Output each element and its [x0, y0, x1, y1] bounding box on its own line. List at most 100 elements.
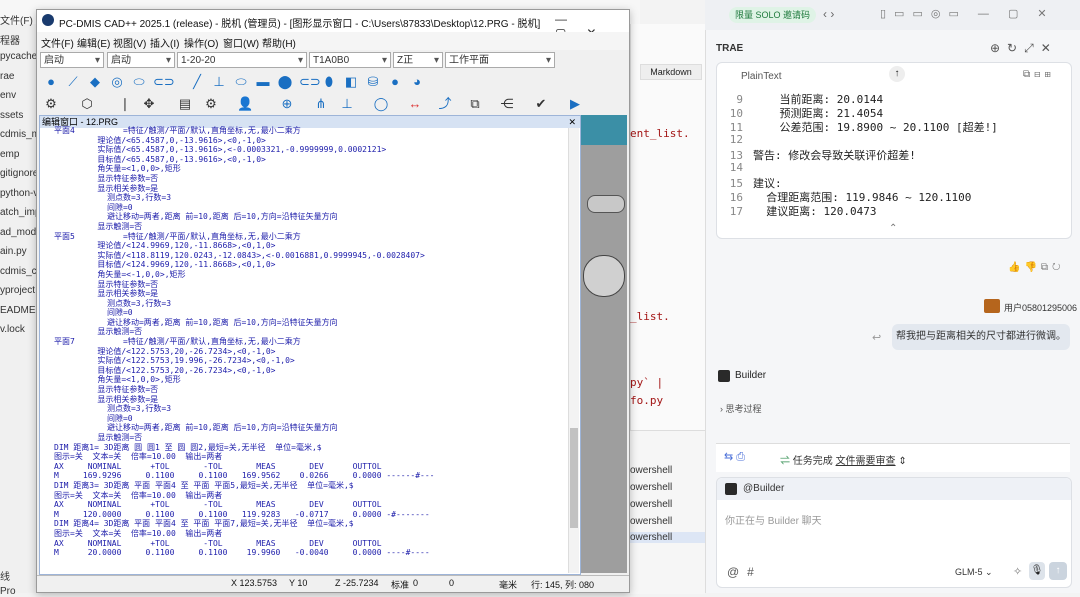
settings-icon[interactable]: ⚙ [203, 96, 219, 112]
cube-icon[interactable]: ⬡ [79, 96, 95, 112]
ellipse-icon[interactable]: ⬭ [131, 74, 147, 90]
explorer-item[interactable]: ssets [0, 110, 40, 121]
terminal-item[interactable]: owershell [630, 465, 672, 476]
mic-icon[interactable]: 🎙 [1029, 562, 1045, 580]
round-slot-icon[interactable]: ⬮ [321, 74, 337, 90]
expand-icon[interactable]: ⌃ [889, 223, 897, 234]
explorer-item[interactable]: pycache [0, 51, 40, 62]
alignment-combo[interactable]: 启动 [107, 52, 175, 69]
explorer-item[interactable]: emp [0, 149, 40, 160]
terminal-item[interactable]: owershell [630, 516, 672, 527]
probe-icon[interactable]: ⚙ [43, 96, 59, 112]
model-surface [581, 115, 627, 145]
scrollbar[interactable] [568, 128, 579, 573]
explorer-item[interactable]: rae [0, 71, 40, 82]
move-icon[interactable]: ✥ [141, 96, 157, 112]
play-icon[interactable]: ▶ [567, 96, 583, 112]
model-select[interactable]: GLM-5 ⌄ [955, 567, 993, 578]
trae-actions-icon[interactable]: ⊕↻⤢✕ [990, 41, 1058, 56]
scroll-up-icon[interactable]: ↑ [889, 66, 905, 82]
ellipse2-icon[interactable]: ⬭ [233, 74, 249, 90]
sparkle-icon[interactable]: ✧ [1013, 565, 1022, 578]
sphere-icon[interactable]: ● [387, 74, 403, 90]
ring-icon[interactable]: ◯ [373, 96, 389, 112]
line-icon[interactable]: ⟋ [65, 74, 81, 90]
chart-icon[interactable]: ⤴ [437, 96, 453, 112]
plane2-icon[interactable]: ◧ [343, 74, 359, 90]
flow-icon[interactable]: ⋲ [499, 96, 515, 112]
menu-edit[interactable]: 编辑(E) [77, 35, 110, 50]
explorer-item[interactable]: v.lock [0, 324, 40, 335]
explorer-item[interactable]: EADME.m [0, 305, 40, 316]
scrollbar-thumb[interactable] [570, 428, 578, 528]
align-icon[interactable]: ⊥ [339, 96, 355, 112]
menu-insert[interactable]: 插入(I) [150, 35, 179, 50]
view-combo[interactable]: Z正 [393, 52, 443, 69]
target-icon[interactable]: ⊕ [279, 96, 295, 112]
markdown-tab[interactable]: Markdown [640, 64, 702, 80]
graphics-display[interactable] [581, 115, 627, 573]
mention-icon[interactable]: @# [727, 565, 762, 579]
undo-icon[interactable]: ↩ [872, 331, 881, 344]
explorer-item[interactable]: Pro [0, 586, 40, 597]
bar-icon[interactable]: ❘ [117, 96, 133, 112]
startup-combo[interactable]: 启动 [40, 52, 104, 69]
slot2-icon[interactable]: ⊂⊃ [299, 74, 321, 90]
menu-file[interactable]: 文件(F) [41, 35, 74, 50]
vector-icon[interactable]: ⊥ [211, 74, 227, 90]
menu-help[interactable]: 帮助(H) [262, 35, 296, 50]
terminal-item[interactable]: owershell [630, 499, 672, 510]
explorer-item[interactable]: env [0, 90, 40, 101]
line2-icon[interactable]: ╱ [189, 74, 205, 90]
explorer-item[interactable]: python-v [0, 188, 40, 199]
copy-icon[interactable]: ⧉⊟⊞ [1023, 69, 1055, 80]
explorer-item[interactable]: ain.py [0, 246, 40, 257]
terminal-item[interactable]: owershell [630, 532, 705, 543]
back-icon[interactable]: ‹ › [823, 7, 834, 21]
explorer-item[interactable]: atch_imp [0, 207, 40, 218]
builder-icon [725, 483, 737, 495]
explorer-item[interactable]: 程器 [0, 32, 40, 47]
workplane-combo[interactable]: 工作平面 [445, 52, 555, 69]
explorer-item[interactable]: yproject [0, 285, 40, 296]
explorer-item[interactable]: ad_mode [0, 227, 40, 238]
task-status[interactable]: ⇌ 任务完成 文件需要审查 ⇕ [780, 452, 907, 467]
copy-icon[interactable]: ⧉ [467, 96, 483, 112]
menu-window[interactable]: 窗口(W) [223, 35, 259, 50]
branch-icon[interactable]: ⋔ [313, 96, 329, 112]
check-icon[interactable]: ✔ [533, 96, 549, 112]
send-icon[interactable]: ↑ [1049, 562, 1067, 580]
terminal-item[interactable]: owershell [630, 482, 672, 493]
thinking-toggle[interactable]: › 思考过程 [720, 402, 762, 415]
cone-icon[interactable]: ◕ [409, 74, 425, 90]
code-line: 间隙=0 [54, 202, 133, 212]
close-icon[interactable]: ✕ [568, 116, 576, 128]
probe-combo[interactable]: 1-20-20 [177, 52, 307, 69]
cylinder-icon[interactable]: ⛁ [365, 74, 381, 90]
program-code[interactable]: 平面4 =特征/触测/平面/默认,直角坐标,无,最小二乘方 理论值/<65.45… [54, 126, 564, 566]
square-icon[interactable]: ▬ [255, 74, 271, 90]
solo-badge[interactable]: 限量 SOLO 邀请码 [729, 7, 817, 23]
plane-icon[interactable]: ◆ [87, 74, 103, 90]
window-controls-icon[interactable]: ▯▭▭◎▭ — ▢ ✕ [880, 7, 1055, 20]
explorer-item[interactable]: cdmis_co [0, 266, 40, 277]
comment-icon[interactable]: ▤ [177, 96, 193, 112]
user-icon[interactable]: 👤 [237, 96, 253, 112]
chat-input-box[interactable]: @Builder 你正在与 Builder 聊天 @# GLM-5 ⌄ ✧ 🎙 … [716, 477, 1072, 588]
slot-icon[interactable]: ⊂⊃ [153, 74, 175, 90]
explorer-item[interactable]: cdmis_m [0, 129, 40, 140]
menu-view[interactable]: 视图(V) [113, 35, 146, 50]
tip-combo[interactable]: T1A0B0 [309, 52, 391, 69]
chat-input[interactable]: 你正在与 Builder 聊天 [725, 512, 822, 527]
explorer-item[interactable]: 线 [0, 568, 40, 583]
list-icon[interactable]: ⇆ ⎙ [724, 450, 745, 464]
point-icon[interactable]: ● [43, 74, 59, 90]
menu-operation[interactable]: 操作(O) [184, 35, 218, 50]
code-line: 间隙=0 [54, 308, 133, 318]
circle2-icon[interactable]: ⬤ [277, 74, 293, 90]
width-icon[interactable]: ↔ [407, 96, 423, 112]
explorer-item[interactable]: gitignore [0, 168, 40, 179]
explorer-item[interactable]: 文件(F) [0, 12, 40, 27]
circle-icon[interactable]: ◎ [109, 74, 125, 90]
feedback-icon[interactable]: 👍👎⧉↻ [1008, 262, 1064, 273]
